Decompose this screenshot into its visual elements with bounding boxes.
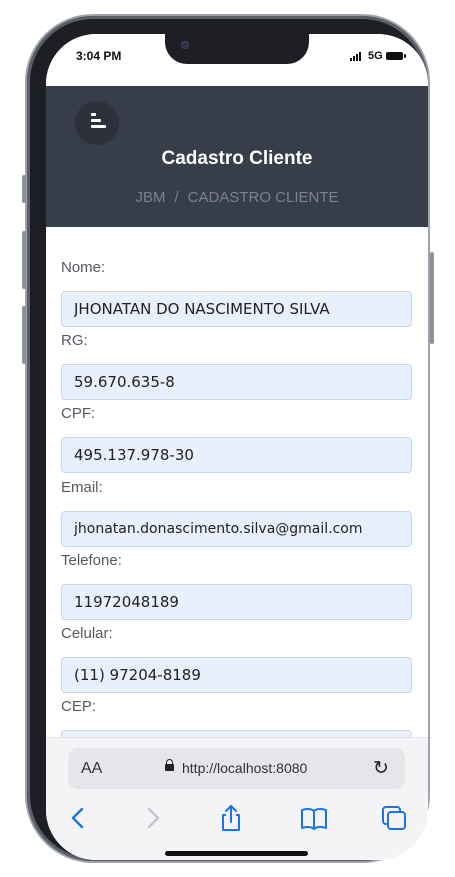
celular-input[interactable]: [61, 657, 412, 693]
camera-icon: [181, 41, 189, 49]
menu-button[interactable]: [75, 101, 119, 145]
back-icon[interactable]: [63, 803, 93, 833]
status-time: 3:04 PM: [76, 49, 122, 63]
telefone-label: Telefone:: [61, 552, 122, 569]
battery-cap: [404, 54, 406, 58]
rg-label: RG:: [61, 332, 88, 349]
breadcrumb: JBM / CADASTRO CLIENTE: [46, 189, 428, 206]
reload-icon[interactable]: ↻: [373, 757, 389, 780]
notch: [165, 34, 309, 64]
breadcrumb-current: CADASTRO CLIENTE: [187, 189, 339, 206]
browser-toolbar: AA http://localhost:8080 ↻: [46, 737, 428, 860]
volume-down-button: [22, 306, 26, 364]
menu-icon-bar: [91, 125, 106, 128]
celular-label: Celular:: [61, 625, 113, 642]
email-input[interactable]: [61, 511, 412, 547]
forward-icon[interactable]: [138, 803, 168, 833]
menu-icon: [91, 113, 96, 116]
url-text[interactable]: http://localhost:8080: [182, 760, 307, 776]
home-indicator: [165, 851, 308, 856]
nome-label: Nome:: [61, 259, 106, 276]
text-size-label: AA: [81, 760, 103, 777]
rg-input[interactable]: [61, 364, 412, 400]
bookmarks-icon[interactable]: [299, 803, 329, 833]
lock-icon: [165, 759, 174, 771]
cpf-label: CPF:: [61, 405, 96, 422]
text-size-button[interactable]: AA: [81, 760, 102, 778]
customer-form: Nome: RG: CPF: Email: Telefone: Celular:…: [46, 227, 428, 766]
tabs-icon[interactable]: [379, 803, 409, 833]
network-type: 5G: [368, 50, 383, 62]
mute-switch: [22, 175, 26, 203]
power-button: [430, 252, 434, 344]
share-icon[interactable]: [216, 803, 246, 833]
address-bar[interactable]: AA http://localhost:8080 ↻: [68, 748, 405, 789]
volume-up-button: [22, 231, 26, 289]
breadcrumb-separator: /: [174, 189, 179, 206]
phone-screen: 3:04 PM 5G Cadastro Cliente JBM / CADASTRO…: [46, 34, 428, 860]
status-bar: 3:04 PM 5G: [46, 34, 428, 86]
menu-icon-bar: [91, 119, 101, 122]
breadcrumb-root[interactable]: JBM: [135, 189, 165, 206]
cpf-input[interactable]: [61, 437, 412, 473]
battery-icon: [386, 52, 403, 60]
page-header: Cadastro Cliente JBM / CADASTRO CLIENTE: [46, 86, 428, 227]
telefone-input[interactable]: [61, 584, 412, 620]
email-label: Email:: [61, 479, 103, 496]
page-title: Cadastro Cliente: [161, 148, 313, 169]
cep-label: CEP:: [61, 698, 97, 715]
nome-input[interactable]: [61, 291, 412, 327]
